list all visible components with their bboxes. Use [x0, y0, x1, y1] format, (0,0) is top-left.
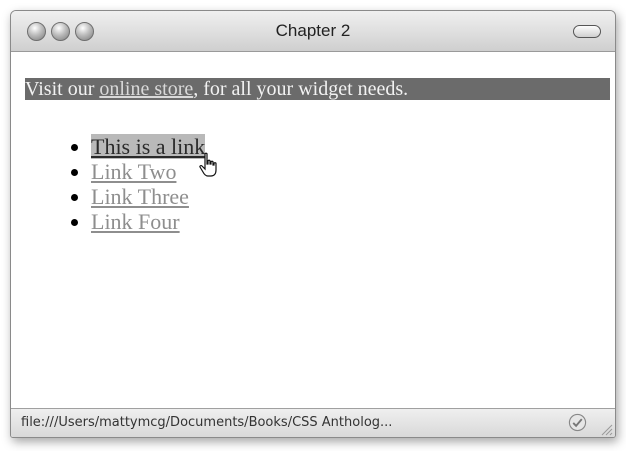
online-store-link[interactable]: online store [99, 78, 193, 100]
page-content: Visit our online store, for all your wid… [11, 52, 615, 408]
link-two[interactable]: Link Two [91, 159, 176, 184]
link-list: This is a link Link Two Link Three Link … [43, 134, 206, 234]
list-item: This is a link [91, 134, 206, 159]
resize-grip-icon[interactable] [599, 422, 613, 436]
window-title: Chapter 2 [275, 21, 351, 40]
toolbar-toggle-button[interactable] [573, 25, 601, 38]
link-one[interactable]: This is a link [91, 134, 206, 159]
banner-text-after: , for all your widget needs. [193, 78, 409, 100]
title-bar[interactable]: Chapter 2 [11, 11, 615, 52]
banner-text-before: Visit our [25, 78, 100, 100]
status-url: file:///Users/mattymcg/Documents/Books/C… [21, 415, 393, 430]
link-three[interactable]: Link Three [91, 184, 189, 209]
list-item: Link Three [91, 184, 205, 209]
list-item: Link Four [91, 209, 205, 234]
promo-banner: Visit our online store, for all your wid… [25, 78, 610, 100]
list-item: Link Two [91, 159, 205, 184]
check-circle-icon [568, 413, 587, 432]
status-bar: file:///Users/mattymcg/Documents/Books/C… [11, 408, 615, 437]
link-four[interactable]: Link Four [91, 209, 180, 234]
browser-window: Chapter 2 Visit our online store, for al… [10, 10, 616, 438]
pointer-hand-icon [199, 152, 217, 177]
